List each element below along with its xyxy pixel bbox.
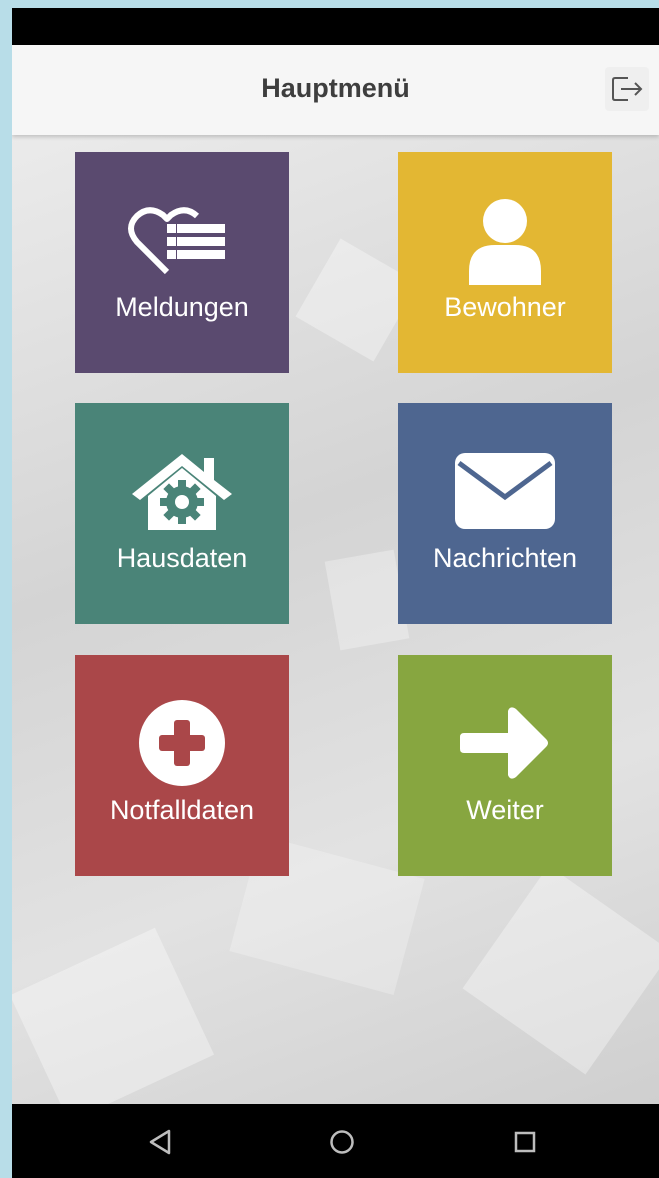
back-triangle-icon — [149, 1129, 171, 1155]
status-bar — [12, 8, 659, 45]
heart-list-icon — [128, 207, 225, 275]
recents-square-icon — [514, 1131, 536, 1153]
tile-label: Bewohner — [444, 292, 566, 322]
tile-label: Hausdaten — [116, 543, 248, 573]
tile-meldungen[interactable]: Meldungen — [75, 152, 289, 373]
back-button[interactable] — [140, 1122, 180, 1162]
navigation-bar — [12, 1104, 659, 1178]
app-bar: Hauptmenü — [12, 45, 659, 135]
tile-bewohner[interactable]: Bewohner — [398, 152, 612, 373]
tile-label: Notfalldaten — [109, 795, 255, 825]
home-button[interactable] — [322, 1122, 362, 1162]
person-icon — [469, 199, 541, 285]
tile-label: Weiter — [466, 795, 544, 825]
tile-weiter[interactable]: Weiter — [398, 655, 612, 876]
recents-button[interactable] — [505, 1122, 545, 1162]
arrow-right-icon — [460, 707, 548, 779]
plus-circle-icon — [139, 700, 225, 786]
main-menu-grid: Meldungen Bewohner Hausdaten Nachrichten… — [12, 135, 659, 1104]
tile-hausdaten[interactable]: Hausdaten — [75, 403, 289, 624]
logout-button[interactable] — [605, 67, 649, 111]
tile-label: Nachrichten — [432, 543, 578, 573]
background-decoration — [324, 549, 410, 651]
logout-icon — [612, 77, 643, 101]
background-decoration — [12, 927, 215, 1104]
tile-nachrichten[interactable]: Nachrichten — [398, 403, 612, 624]
background-decoration — [462, 865, 659, 1075]
phone-screen: Hauptmenü Meldungen Bewohner Hausdaten N… — [12, 0, 659, 1178]
page-title: Hauptmenü — [261, 73, 410, 103]
envelope-icon — [455, 453, 555, 529]
tile-label: Meldungen — [115, 292, 249, 322]
home-circle-icon — [330, 1130, 354, 1154]
tile-notfalldaten[interactable]: Notfalldaten — [75, 655, 289, 876]
house-gear-icon — [132, 454, 232, 530]
frame-edge — [12, 0, 659, 8]
